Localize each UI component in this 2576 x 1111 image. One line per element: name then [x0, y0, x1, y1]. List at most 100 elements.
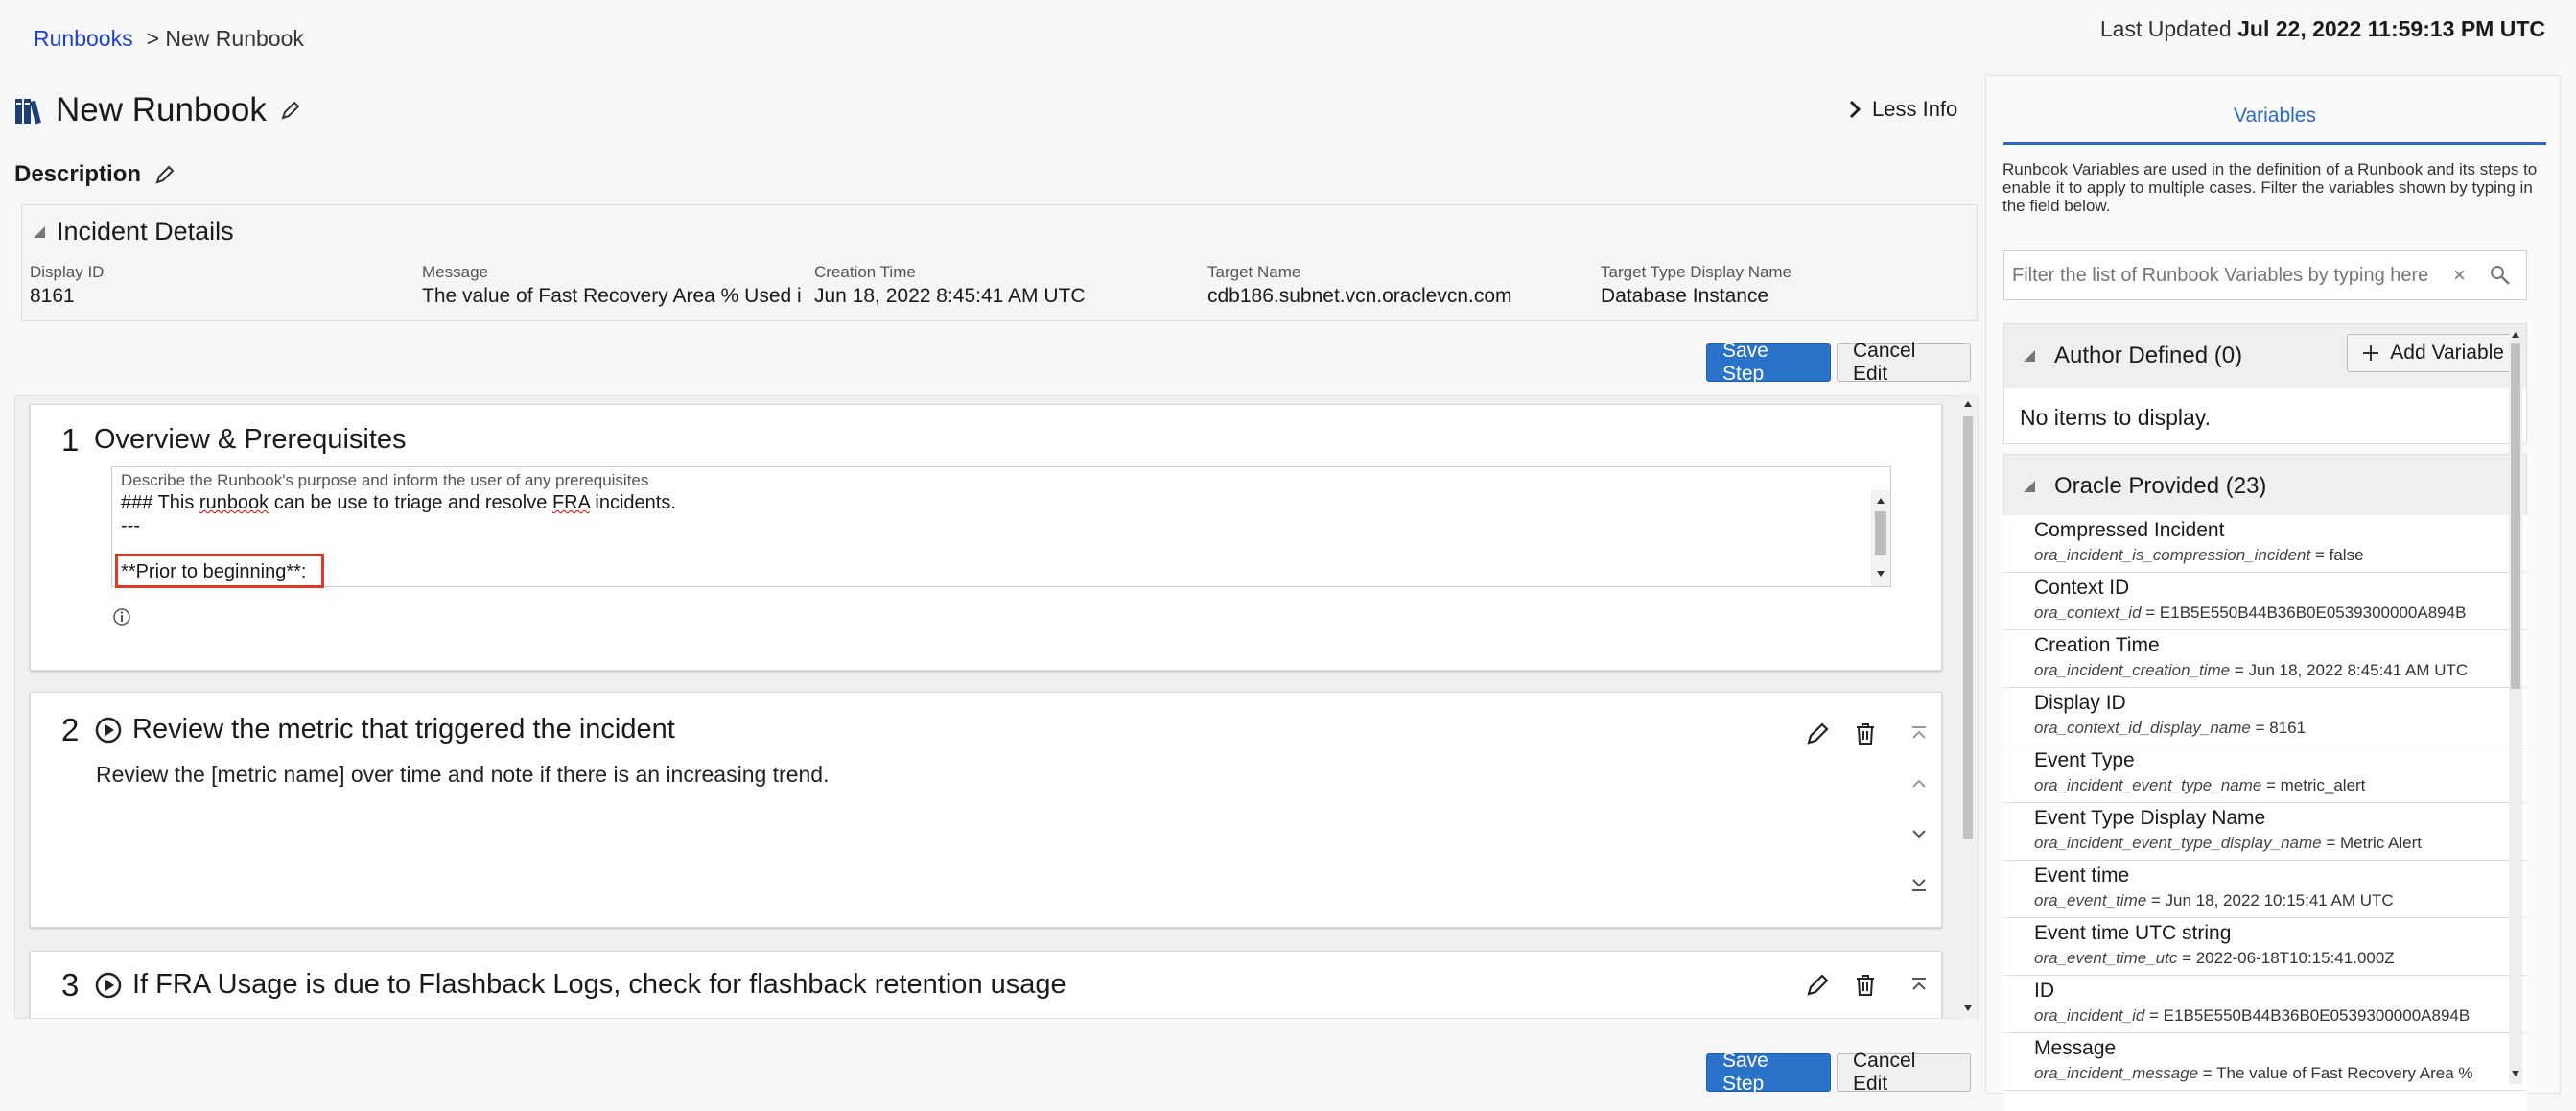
no-items-message: No items to display.: [2020, 405, 2211, 430]
variable-title: Display ID: [2034, 692, 2126, 714]
incident-field-target-name: Target Name cdb186.subnet.vcn.oraclevcn.…: [1207, 263, 1591, 308]
variable-title: Compressed Incident: [2034, 519, 2225, 541]
move-to-bottom-icon[interactable]: [1907, 871, 1932, 896]
variable-title: Creation Time: [2034, 634, 2160, 656]
incident-field-message: Message The value of Fast Recovery Area …: [422, 263, 806, 308]
variable-key: ora_incident_event_type_display_name: [2034, 834, 2322, 852]
less-info-toggle[interactable]: Less Info: [1847, 97, 1957, 122]
tab-variables[interactable]: Variables: [2003, 105, 2546, 145]
step-3-card: 3 If FRA Usage is due to Flashback Logs,…: [30, 951, 1942, 1018]
info-icon[interactable]: [111, 606, 132, 627]
variable-item[interactable]: Event time UTC string ora_event_time_utc …: [2003, 918, 2527, 976]
variable-value: = E1B5E550B44B36B0E0539300000A894B: [2141, 603, 2467, 622]
step-1-card: 1 Overview & Prerequisites Describe the …: [30, 404, 1942, 671]
step-title: Overview & Prerequisites: [94, 424, 407, 455]
variable-detail: ora_incident_event_type_name = metric_al…: [2034, 776, 2527, 795]
author-defined-header[interactable]: Author Defined (0) Add Variable: [2004, 324, 2526, 388]
variable-item[interactable]: Message ora_incident_message = The value …: [2003, 1033, 2527, 1091]
step-description-editor[interactable]: Describe the Runbook's purpose and infor…: [111, 466, 1891, 588]
clear-filter-icon[interactable]: ×: [2453, 263, 2466, 288]
variable-value: = Jun 18, 2022 10:15:41 AM UTC: [2146, 891, 2394, 910]
move-up-icon[interactable]: [1907, 771, 1932, 796]
field-value: The value of Fast Recovery Area % Used i: [422, 285, 802, 307]
cancel-edit-button-top[interactable]: Cancel Edit: [1837, 340, 1971, 385]
step-description: Review the [metric name] over time and n…: [96, 762, 830, 787]
variable-value: = Jun 18, 2022 8:45:41 AM UTC: [2230, 661, 2469, 679]
save-step-button-bottom[interactable]: Save Step: [1706, 1050, 1831, 1095]
breadcrumb-runbooks-link[interactable]: Runbooks: [34, 26, 133, 51]
chevron-right-icon: [1849, 100, 1862, 119]
oracle-variables-list: Compressed Incident ora_incident_is_compr…: [2003, 515, 2527, 1111]
variable-value: = metric_alert: [2261, 776, 2366, 794]
step-title: Review the metric that triggered the inc…: [132, 714, 675, 745]
incident-details-title: Incident Details: [57, 217, 234, 246]
less-info-label: Less Info: [1872, 97, 1958, 121]
variable-item[interactable]: Event Type ora_incident_event_type_name =…: [2003, 745, 2527, 803]
edit-title-pencil-icon[interactable]: [280, 100, 301, 121]
steps-scrollbar[interactable]: [1959, 393, 1977, 1019]
add-variable-button[interactable]: Add Variable: [2347, 334, 2518, 372]
variable-detail: ora_event_time_utc = 2022-06-18T10:15:41…: [2034, 949, 2527, 968]
variable-title: Event Type Display Name: [2034, 807, 2266, 829]
variable-item[interactable]: ID ora_incident_id = E1B5E550B44B36B0E053…: [2003, 976, 2527, 1033]
variable-key: ora_context_id: [2034, 603, 2142, 622]
play-icon[interactable]: [94, 716, 123, 745]
author-defined-section: Author Defined (0) Add Variable No items…: [2003, 323, 2527, 444]
variable-value: = 8161: [2250, 719, 2307, 737]
editor-line-1: ### This runbook can be use to triage an…: [121, 492, 676, 514]
move-down-icon[interactable]: [1907, 821, 1932, 846]
edit-description-pencil-icon[interactable]: [154, 164, 176, 185]
variable-detail: ora_event_time = Jun 18, 2022 10:15:41 A…: [2034, 891, 2527, 910]
editor-text: FRA: [551, 492, 590, 513]
variable-item[interactable]: Compressed Incident ora_incident_is_compr…: [2003, 515, 2527, 573]
variable-title: Event time: [2034, 864, 2130, 886]
variable-item[interactable]: Context ID ora_context_id = E1B5E550B44B3…: [2003, 573, 2527, 630]
field-label: Creation Time: [814, 263, 916, 281]
editor-hint: Describe the Runbook's purpose and infor…: [121, 471, 649, 489]
page-title: New Runbook: [56, 91, 267, 129]
field-value: Database Instance: [1601, 285, 1769, 307]
delete-step-trash-icon[interactable]: [1853, 721, 1878, 746]
variable-title: Event Type: [2034, 749, 2135, 771]
search-icon[interactable]: [2488, 263, 2513, 288]
field-value: cdb186.subnet.vcn.oraclevcn.com: [1207, 285, 1512, 307]
variable-detail: ora_context_id_display_name = 8161: [2034, 719, 2527, 738]
variable-title: Context ID: [2034, 577, 2130, 599]
field-label: Target Type Display Name: [1601, 263, 1792, 281]
variable-key: ora_incident_is_compression_incident: [2034, 546, 2311, 564]
variables-scrollbar[interactable]: [2509, 326, 2522, 1084]
field-label: Display ID: [30, 263, 105, 281]
save-step-button-top[interactable]: Save Step: [1706, 340, 1831, 385]
highlight-box: [115, 554, 324, 588]
title-row: New Runbook: [13, 88, 301, 132]
variable-item[interactable]: Event time ora_event_time = Jun 18, 2022 …: [2003, 861, 2527, 918]
move-to-top-icon[interactable]: [1907, 721, 1932, 746]
last-updated: Last Updated Jul 22, 2022 11:59:13 PM UT…: [2100, 16, 2545, 42]
collapse-triangle-icon: [2024, 350, 2035, 362]
variable-item[interactable]: Creation Time ora_incident_creation_time …: [2003, 630, 2527, 688]
play-icon[interactable]: [94, 971, 123, 1000]
incident-field-creation-time: Creation Time Jun 18, 2022 8:45:41 AM UT…: [814, 263, 1198, 308]
step-number: 2: [61, 712, 80, 747]
variable-key: ora_incident_event_type_name: [2034, 776, 2262, 794]
variable-item[interactable]: Display ID ora_context_id_display_name = …: [2003, 688, 2527, 745]
incident-details-header[interactable]: Incident Details: [32, 217, 234, 247]
author-defined-title: Author Defined (0): [2054, 343, 2243, 368]
variable-item[interactable]: Event Type Display Name ora_incident_even…: [2003, 803, 2527, 861]
edit-step-pencil-icon[interactable]: [1805, 721, 1830, 746]
edit-step-pencil-icon[interactable]: [1805, 973, 1830, 998]
oracle-provided-header[interactable]: Oracle Provided (23): [2004, 455, 2526, 518]
incident-field-target-type: Target Type Display Name Database Instan…: [1601, 263, 1965, 308]
variables-filter-input[interactable]: [2012, 251, 2444, 299]
variable-key: ora_incident_message: [2034, 1064, 2199, 1082]
editor-scrollbar[interactable]: [1871, 490, 1890, 586]
cancel-edit-button-bottom[interactable]: Cancel Edit: [1837, 1050, 1971, 1095]
move-to-top-icon[interactable]: [1907, 973, 1932, 998]
editor-text: ### This: [121, 492, 199, 513]
delete-step-trash-icon[interactable]: [1853, 973, 1878, 998]
books-icon: [15, 99, 41, 125]
variable-value: = false: [2310, 546, 2364, 564]
variable-value: = E1B5E550B44B36B0E0539300000A894B: [2144, 1006, 2471, 1025]
steps-list: 1 Overview & Prerequisites Describe the …: [14, 395, 1979, 1019]
step-title-row: Review the metric that triggered the inc…: [94, 714, 675, 745]
